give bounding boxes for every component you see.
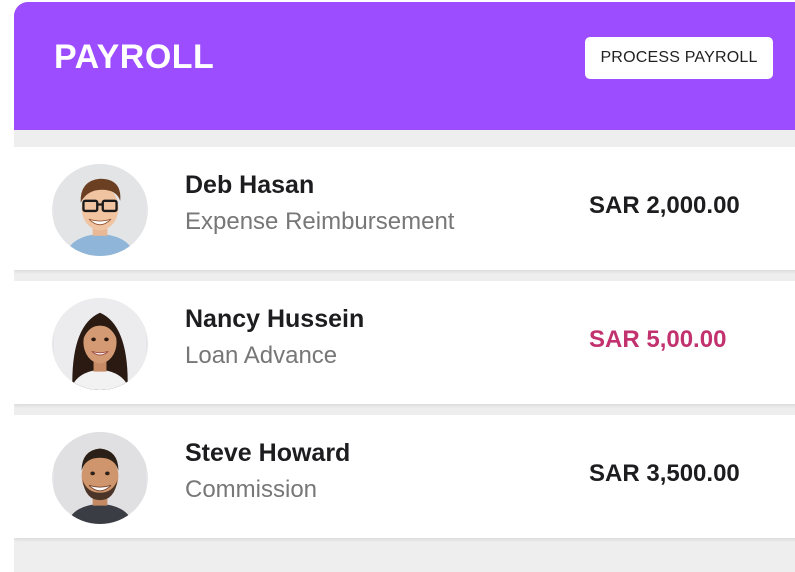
avatar-man-beard-icon (54, 432, 146, 524)
payment-amount: SAR 5,00.00 (589, 326, 727, 353)
page-title: PAYROLL (54, 38, 215, 76)
employee-name: Nancy Hussein (185, 305, 365, 333)
payroll-row[interactable]: Steve Howard Commission SAR 3,500.00 (14, 415, 795, 538)
payment-amount: SAR 2,000.00 (589, 192, 740, 219)
avatar (52, 432, 148, 524)
avatar-man-glasses-icon (54, 164, 146, 256)
payroll-row[interactable]: Nancy Hussein Loan Advance SAR 5,00.00 (14, 281, 795, 404)
payment-type: Loan Advance (185, 342, 338, 369)
avatar (52, 164, 148, 256)
payroll-row[interactable]: Deb Hasan Expense Reimbursement SAR 2,00… (14, 147, 795, 270)
payment-type: Commission (185, 476, 318, 503)
employee-name: Steve Howard (185, 439, 351, 467)
payment-type: Expense Reimbursement (185, 208, 455, 235)
avatar-woman-icon (54, 298, 146, 390)
avatar (52, 298, 148, 390)
payment-amount: SAR 3,500.00 (589, 460, 740, 487)
payroll-header: PAYROLL PROCESS PAYROLL (14, 2, 795, 130)
employee-name: Deb Hasan (185, 171, 315, 199)
process-payroll-button[interactable]: PROCESS PAYROLL (585, 37, 773, 79)
payroll-card: PAYROLL PROCESS PAYROLL Deb Hasan Expens… (14, 2, 795, 572)
